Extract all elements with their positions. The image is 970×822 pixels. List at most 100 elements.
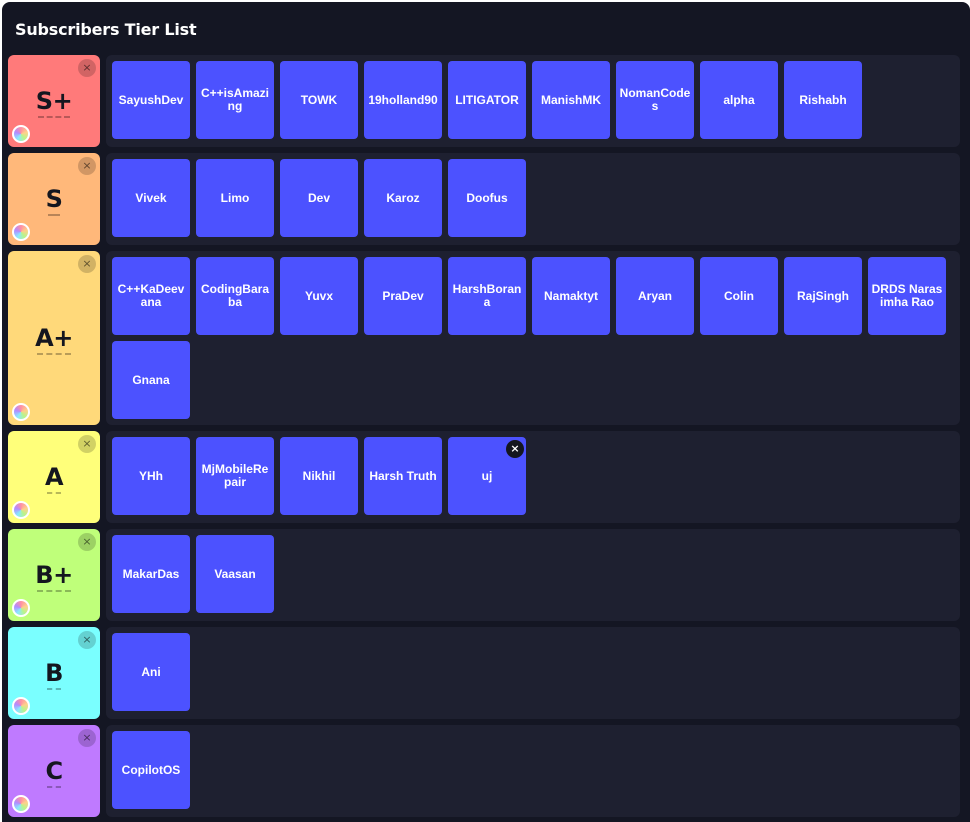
tier-item-card[interactable]: uj ×: [448, 437, 526, 515]
tier-item-label: 19holland90: [368, 92, 438, 107]
close-icon[interactable]: ×: [78, 533, 96, 551]
color-wheel-icon[interactable]: [12, 501, 30, 519]
tier-row: B+ × MakarDas Vaasan: [8, 529, 960, 621]
color-wheel-icon[interactable]: [12, 125, 30, 143]
tier-item-card[interactable]: NomanCodes: [616, 61, 694, 139]
close-icon[interactable]: ×: [78, 255, 96, 273]
tier-items-dropzone[interactable]: Vivek Limo Dev Karoz Doofus: [106, 153, 960, 245]
tier-item-card[interactable]: CopilotOS: [112, 731, 190, 809]
close-icon[interactable]: ×: [78, 59, 96, 77]
tier-item-card[interactable]: Vivek: [112, 159, 190, 237]
tier-item-card[interactable]: CodingBaraba: [196, 257, 274, 335]
tier-item-card[interactable]: MjMobileRepair: [196, 437, 274, 515]
tier-items-dropzone[interactable]: Ani: [106, 627, 960, 719]
remove-item-close-icon[interactable]: ×: [506, 440, 524, 458]
tier-item-card[interactable]: C++KaDeevana: [112, 257, 190, 335]
tier-items-dropzone[interactable]: MakarDas Vaasan: [106, 529, 960, 621]
tier-item-label: Namaktyt: [543, 288, 599, 303]
close-icon[interactable]: ×: [78, 729, 96, 747]
close-icon[interactable]: ×: [78, 631, 96, 649]
tier-item-label: HarshBorana: [452, 282, 522, 309]
tier-name[interactable]: B: [45, 659, 63, 690]
tier-item-card[interactable]: alpha: [700, 61, 778, 139]
tier-item-label: Karoz: [386, 190, 420, 205]
tier-name[interactable]: A+: [35, 324, 73, 355]
tier-item-card[interactable]: Aryan: [616, 257, 694, 335]
tier-item-label: Dev: [307, 190, 330, 205]
tier-item-label: Vivek: [135, 190, 167, 205]
tier-item-card[interactable]: TOWK: [280, 61, 358, 139]
tier-item-label: TOWK: [300, 92, 338, 107]
tier-item-label: Colin: [724, 288, 754, 303]
tier-row: B × Ani: [8, 627, 960, 719]
tier-item-card[interactable]: Ani: [112, 633, 190, 711]
tier-name[interactable]: S: [46, 185, 63, 216]
tier-label[interactable]: A ×: [8, 431, 100, 523]
tier-item-label: Nikhil: [302, 468, 336, 483]
tier-item-label: C++KaDeevana: [117, 282, 185, 309]
tier-item-label: Yuvx: [304, 288, 334, 303]
tier-item-label: MjMobileRepair: [201, 462, 269, 489]
tier-item-label: MakarDas: [122, 566, 180, 581]
tier-item-label: CopilotOS: [121, 762, 181, 777]
tier-label[interactable]: B+ ×: [8, 529, 100, 621]
tier-item-card[interactable]: Gnana: [112, 341, 190, 419]
tier-item-card[interactable]: Rishabh: [784, 61, 862, 139]
tier-label[interactable]: A+ ×: [8, 251, 100, 425]
tier-list-panel: Subscribers Tier List S+ × SayushDev C++isA…: [2, 2, 970, 822]
tier-name[interactable]: S+: [36, 87, 73, 118]
tier-item-card[interactable]: ManishMK: [532, 61, 610, 139]
page-title: Subscribers Tier List: [15, 20, 197, 39]
tier-items-dropzone[interactable]: YHh MjMobileRepair Nikhil Harsh Truth uj ×: [106, 431, 960, 523]
close-icon[interactable]: ×: [78, 157, 96, 175]
tier-items-dropzone[interactable]: CopilotOS: [106, 725, 960, 817]
tier-item-card[interactable]: HarshBorana: [448, 257, 526, 335]
color-wheel-icon[interactable]: [12, 697, 30, 715]
tier-item-card[interactable]: Yuvx: [280, 257, 358, 335]
tier-items-dropzone[interactable]: SayushDev C++isAmazing TOWK 19holland90 LITI…: [106, 55, 960, 147]
tier-item-label: alpha: [723, 92, 755, 107]
close-icon[interactable]: ×: [78, 435, 96, 453]
color-wheel-icon[interactable]: [12, 403, 30, 421]
tier-item-card[interactable]: MakarDas: [112, 535, 190, 613]
tier-name[interactable]: C: [45, 757, 63, 788]
color-wheel-icon[interactable]: [12, 599, 30, 617]
tier-item-card[interactable]: C++isAmazing: [196, 61, 274, 139]
tier-item-label: Vaasan: [214, 566, 256, 581]
tier-item-label: RajSingh: [796, 288, 849, 303]
tier-label[interactable]: B ×: [8, 627, 100, 719]
tier-item-label: Gnana: [132, 372, 170, 387]
tier-item-card[interactable]: DRDS Narasimha Rao: [868, 257, 946, 335]
tier-item-card[interactable]: Colin: [700, 257, 778, 335]
tier-item-card[interactable]: YHh: [112, 437, 190, 515]
tier-item-label: Aryan: [637, 288, 672, 303]
tier-item-card[interactable]: Vaasan: [196, 535, 274, 613]
tier-row: S × Vivek Limo Dev Karoz Doofus: [8, 153, 960, 245]
tier-item-label: NomanCodes: [619, 86, 691, 113]
tier-item-card[interactable]: Karoz: [364, 159, 442, 237]
tier-item-card[interactable]: Doofus: [448, 159, 526, 237]
tier-item-card[interactable]: RajSingh: [784, 257, 862, 335]
tier-name[interactable]: A: [45, 463, 64, 494]
tier-item-label: CodingBaraba: [200, 282, 269, 309]
tier-row: A × YHh MjMobileRepair Nikhil Harsh Truth uj ×: [8, 431, 960, 523]
tier-item-card[interactable]: Dev: [280, 159, 358, 237]
tier-item-card[interactable]: Nikhil: [280, 437, 358, 515]
tier-item-card[interactable]: SayushDev: [112, 61, 190, 139]
tier-label[interactable]: S+ ×: [8, 55, 100, 147]
color-wheel-icon[interactable]: [12, 795, 30, 813]
tier-row: S+ × SayushDev C++isAmazing TOWK 19holland90 L…: [8, 55, 960, 147]
tier-item-label: Limo: [220, 190, 250, 205]
tier-label[interactable]: S ×: [8, 153, 100, 245]
color-wheel-icon[interactable]: [12, 223, 30, 241]
tier-item-card[interactable]: Harsh Truth: [364, 437, 442, 515]
tier-name[interactable]: B+: [35, 561, 73, 592]
tier-item-card[interactable]: Limo: [196, 159, 274, 237]
tier-item-label: uj: [481, 468, 493, 483]
tier-item-card[interactable]: Namaktyt: [532, 257, 610, 335]
tier-item-card[interactable]: PraDev: [364, 257, 442, 335]
tier-item-card[interactable]: 19holland90: [364, 61, 442, 139]
tier-items-dropzone[interactable]: C++KaDeevana CodingBaraba Yuvx PraDev HarshB…: [106, 251, 960, 425]
tier-item-card[interactable]: LITIGATOR: [448, 61, 526, 139]
tier-label[interactable]: C ×: [8, 725, 100, 817]
